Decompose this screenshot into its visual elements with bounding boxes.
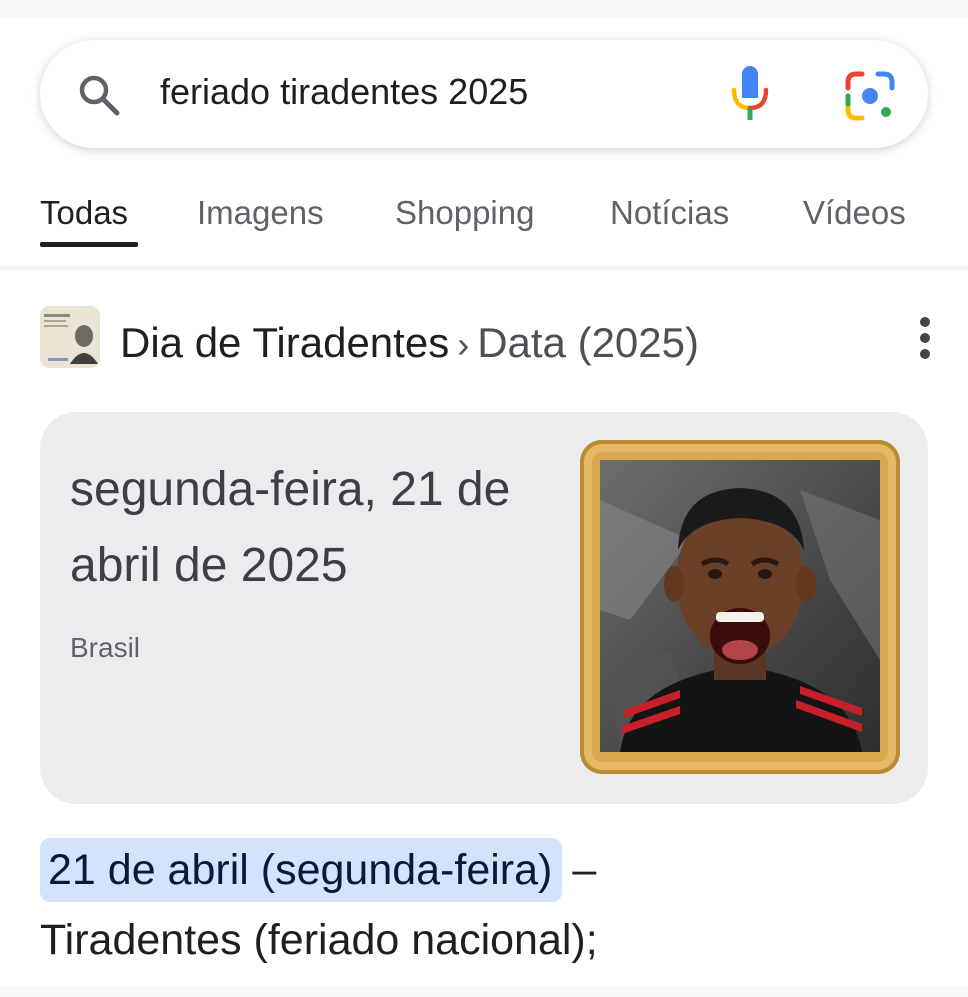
answer-line-1: 21 de abril (segunda-feira) – — [40, 838, 596, 904]
search-icon[interactable] — [76, 72, 122, 118]
tab-todas[interactable]: Todas — [40, 190, 128, 236]
answer-dash: – — [572, 846, 597, 894]
card-date: segunda-feira, 21 de abril de 2025 — [70, 463, 511, 592]
tab-noticias[interactable]: Notícias — [610, 190, 729, 236]
bottom-strip — [0, 986, 968, 997]
tabs-divider — [0, 266, 968, 270]
card-country: Brasil — [70, 632, 141, 663]
source-thumbnail[interactable] — [40, 306, 100, 368]
answer-line-2: Tiradentes (feriado nacional); — [40, 916, 598, 964]
breadcrumb-title[interactable]: Dia de Tiradentes — [120, 319, 449, 366]
top-strip — [0, 0, 968, 18]
active-tab-indicator — [40, 242, 138, 247]
highlighted-answer: 21 de abril (segunda-feira) — [40, 838, 563, 902]
search-tabs: Todas Imagens Shopping Notícias Vídeos — [0, 190, 968, 250]
breadcrumb-subtitle[interactable]: Data (2025) — [477, 319, 699, 366]
tab-videos[interactable]: Vídeos — [803, 190, 906, 236]
mic-icon[interactable] — [728, 64, 772, 124]
tab-shopping[interactable]: Shopping — [395, 190, 534, 236]
google-lens-icon[interactable] — [844, 70, 896, 122]
more-vert-icon[interactable] — [908, 314, 942, 362]
card-image[interactable] — [600, 460, 880, 752]
result-breadcrumb[interactable]: Dia de Tiradentes › Data (2025) — [120, 316, 699, 372]
tab-imagens[interactable]: Imagens — [197, 190, 324, 236]
search-input[interactable]: feriado tiradentes 2025 — [160, 68, 528, 116]
breadcrumb-separator: › — [457, 324, 470, 365]
